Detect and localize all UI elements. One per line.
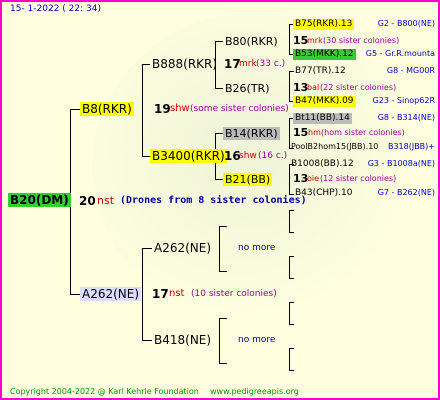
gen4-right-1: G2 - B800(NE)	[377, 19, 435, 28]
gen3-note-3: (hom sister colonies)	[321, 128, 405, 137]
footer-copyright: Copyright 2004-2022 @ Karl Kehrle Founda…	[10, 387, 199, 396]
gen1-code-1: shw	[170, 103, 190, 114]
gen3-code-4: oie	[307, 174, 320, 183]
gen4-node-2: B53(MKK).12	[293, 49, 356, 60]
gen4-right-5: G8 - B314(NE)	[377, 113, 435, 122]
gen3-node-3: B14(RKR)	[223, 127, 280, 140]
gen1-node-1: B8(RKR)	[80, 102, 134, 116]
gen3-node-4: B21(BB)	[223, 173, 273, 186]
root-count: 20	[79, 194, 96, 208]
gen4-right-2: G5 - Gr.R.mounta	[365, 49, 435, 58]
gen4-right-6: B318(JBB)+	[387, 142, 435, 151]
gen4-right-4: G23 - Sinop62R	[372, 96, 435, 105]
root-note: (Drones from 8 sister colonies)	[120, 195, 307, 206]
gen3-code-1: mrk	[307, 36, 323, 45]
gen3-note-1: (30 sister colonies)	[323, 36, 400, 45]
gen4-node-4: B47(MKK).09	[293, 96, 356, 107]
gen4-node-8: B43(CHP).10	[295, 188, 353, 198]
gen3-note-2: (22 sister colonies)	[320, 83, 397, 92]
gen1-node-2: A262(NE)	[80, 287, 142, 301]
gen2-node-3: A262(NE)	[154, 241, 212, 255]
gen3-node-2: B26(TR)	[225, 82, 270, 95]
pedigree-frame: 15- 1-2022 ( 22: 34) B20(DM) 20 nst (Dro…	[0, 0, 440, 400]
gen3-note-4: (12 sister colonies)	[320, 174, 397, 183]
gen3-count-3: 15	[293, 126, 309, 139]
gen4-node-7: B1008(BB).12	[291, 159, 354, 169]
gen3-node-1: B80(RKR)	[225, 35, 278, 48]
gen2-note-2: (16 c.)	[258, 151, 288, 161]
gen2-node-1: B888(RKR)	[152, 57, 218, 71]
gen2-code-2: shw	[239, 151, 257, 161]
gen4-node-3: B77(TR).12	[295, 66, 346, 76]
gen2-node-2: B3400(RKR)	[150, 149, 227, 163]
root-code: nst	[97, 194, 115, 207]
gen4-node-6: PoolB2hom15(JBB).10	[291, 142, 379, 151]
gen2-note-4: no more	[238, 335, 276, 345]
header-date: 15- 1-2022 ( 22: 34)	[10, 4, 101, 14]
gen2-code-1: mrk	[239, 59, 257, 69]
gen1-note-2: (10 sister colonies)	[191, 289, 277, 299]
gen1-note-1: (some sister colonies)	[190, 104, 289, 114]
gen2-note-1: (33 c.)	[256, 59, 286, 69]
gen2-note-3: no more	[238, 243, 276, 253]
gen3-code-3: hm	[308, 128, 321, 137]
gen4-right-3: G8 - MG00R	[386, 66, 435, 75]
gen1-code-2: nst	[169, 288, 185, 299]
gen4-node-1: B75(RKR).13	[293, 19, 355, 30]
root-node: B20(DM)	[8, 193, 71, 207]
footer-site[interactable]: www.pedigreeapis.org	[210, 388, 299, 396]
gen1-count-1: 19	[154, 102, 171, 116]
gen1-count-2: 17	[152, 287, 169, 301]
gen4-right-8: G7 - B262(NE)	[377, 188, 435, 197]
gen4-node-5: Bt11(BB).14	[293, 113, 352, 124]
gen4-right-7: G3 - B1008a(NE)	[367, 159, 435, 168]
gen2-node-4: B418(NE)	[154, 333, 212, 347]
gen3-code-2: bal	[307, 83, 320, 92]
